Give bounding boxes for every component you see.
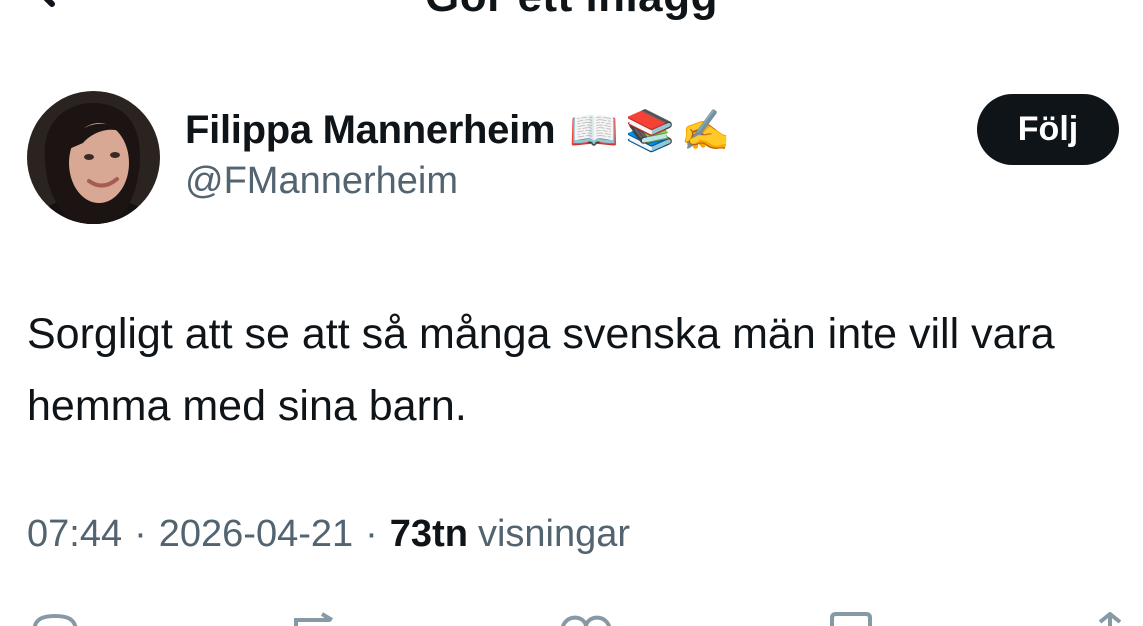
books-emoji-icon: 📚	[625, 108, 675, 153]
share-icon[interactable]	[1090, 612, 1130, 626]
author-name[interactable]: Filippa Mannerheim	[185, 108, 556, 153]
post-time[interactable]: 07:44	[27, 513, 122, 556]
writing-hand-emoji-icon: ✍️	[680, 108, 731, 153]
tweet-meta: 07:44 · 2026-04-21 · 73tn visningar	[27, 513, 630, 556]
page-title: Gör ett inlägg	[0, 0, 1143, 22]
avatar[interactable]	[27, 91, 160, 224]
like-icon[interactable]	[556, 612, 616, 626]
post-date[interactable]: 2026-04-21	[159, 513, 353, 556]
reply-icon[interactable]	[30, 612, 80, 626]
author-name-row: Filippa Mannerheim 📖 📚 ✍️	[185, 104, 731, 156]
meta-separator: ·	[134, 513, 147, 555]
repost-icon[interactable]	[290, 612, 350, 626]
name-emoji: 📖 📚 ✍️	[569, 107, 730, 154]
meta-separator: ·	[365, 513, 378, 555]
top-bar: Gör ett inlägg	[0, 0, 1143, 40]
tweet-text: Sorgligt att se att så många svenska män…	[27, 310, 1055, 430]
views-count[interactable]: 73tn	[390, 513, 468, 556]
follow-button[interactable]: Följ	[977, 94, 1119, 165]
action-bar	[0, 606, 1143, 626]
author-handle[interactable]: @FMannerheim	[185, 160, 458, 203]
views-label: visningar	[477, 513, 631, 555]
open-book-emoji-icon: 📖	[569, 108, 620, 153]
bookmark-icon[interactable]	[826, 612, 876, 626]
